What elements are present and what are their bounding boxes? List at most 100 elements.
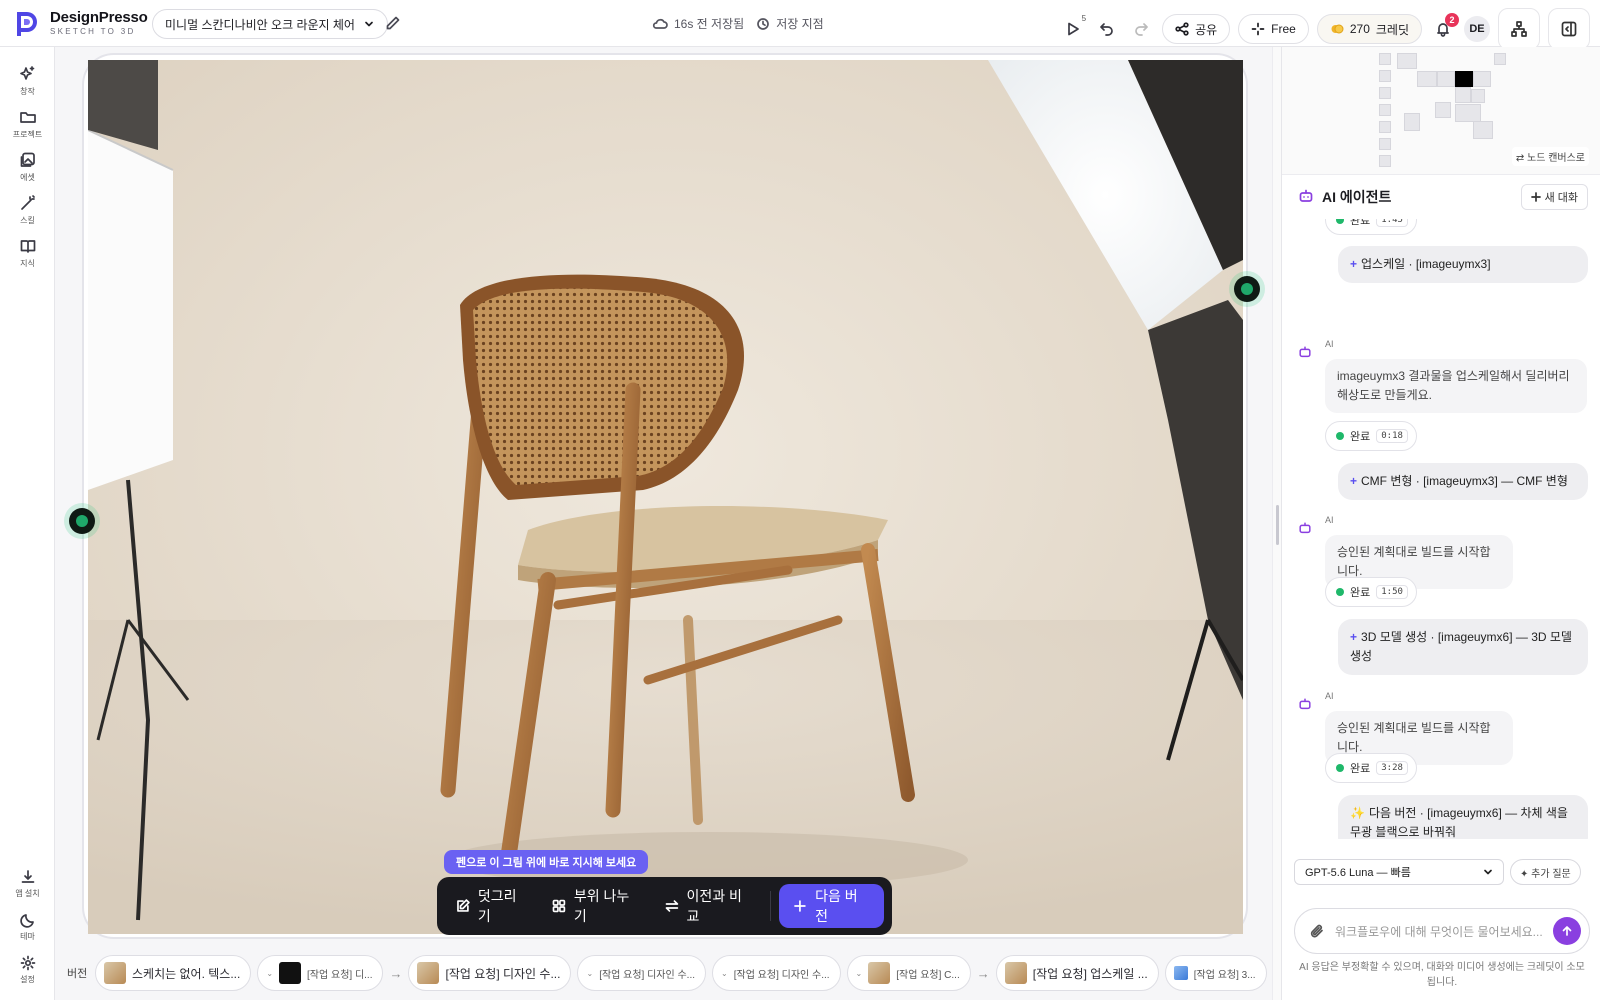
status-time: 3:28 bbox=[1376, 761, 1408, 775]
savepoint-link[interactable]: 저장 지점 bbox=[776, 15, 824, 32]
undo-icon bbox=[1100, 23, 1113, 36]
history-icon bbox=[757, 17, 770, 30]
status-chip: 완료 1:50 bbox=[1325, 577, 1417, 607]
sidebar-label: 창작 bbox=[20, 87, 35, 96]
save-status-text: 16s 전 저장됨 bbox=[674, 17, 745, 31]
sidebar-item-skills[interactable]: 스킬 bbox=[0, 194, 55, 226]
chevron-down-icon: ⌄ bbox=[721, 968, 728, 978]
ai-label: AI bbox=[1325, 339, 1334, 349]
node-canvas-link[interactable]: ⇄ 노드 캔버스로 bbox=[1511, 147, 1589, 166]
next-version-label: 다음 버전 bbox=[815, 888, 858, 924]
version-thumbnail bbox=[417, 962, 440, 984]
add-question-button[interactable]: ✦ 추가 질문 bbox=[1510, 859, 1581, 885]
version-item[interactable]: 스케치는 없어. 텍스... bbox=[95, 955, 252, 991]
node-canvas-label: 노드 캔버스로 bbox=[1527, 153, 1585, 164]
chat-thread[interactable]: 완료 1:45 + 업스케일 · [imageuymx3] AI imageuymx… bbox=[1282, 219, 1600, 839]
sidebar-item-assets[interactable]: 에셋 bbox=[0, 151, 55, 183]
arrow-right-icon: → bbox=[389, 965, 403, 981]
sidebar-item-knowledge[interactable]: 지식 bbox=[0, 237, 55, 269]
version-item[interactable]: ⌄ [작업 요청] 디... bbox=[257, 955, 384, 991]
panel-resize-handle[interactable] bbox=[1272, 47, 1281, 1000]
plus-icon bbox=[794, 900, 806, 912]
sidebar-label: 테마 bbox=[20, 932, 35, 941]
credits-value: 270 bbox=[1349, 22, 1370, 36]
notification-badge: 2 bbox=[1445, 13, 1459, 27]
new-chat-button[interactable]: 새 대화 bbox=[1520, 184, 1588, 210]
minimap[interactable]: ⇄ 노드 캔버스로 bbox=[1282, 47, 1600, 175]
sidebar-label: 지식 bbox=[20, 259, 35, 268]
cloud-icon bbox=[652, 18, 668, 29]
render-image[interactable] bbox=[88, 60, 1243, 934]
version-item[interactable]: [작업 요청] 3... bbox=[1164, 955, 1267, 991]
right-anchor-handle[interactable] bbox=[1234, 276, 1260, 302]
pen-hint: 펜으로 이 그림 위에 바로 지시해 보세요 bbox=[444, 850, 649, 874]
draw-over-label: 덧그리기 bbox=[477, 888, 517, 924]
rename-button[interactable] bbox=[385, 15, 401, 31]
credits-label: 크레딧 bbox=[1375, 22, 1409, 37]
version-thumbnail bbox=[868, 962, 891, 984]
sidebar-item-projects[interactable]: 프로젝트 bbox=[0, 108, 55, 140]
brand-logo[interactable]: DesignPresso SKETCH TO 3D bbox=[12, 8, 148, 38]
share-button[interactable]: 공유 bbox=[1162, 14, 1231, 44]
user-message-text: 업스케일 · [imageuymx3] bbox=[1361, 257, 1491, 271]
status-chip: 완료 3:28 bbox=[1325, 753, 1417, 783]
chair-render-illustration bbox=[88, 60, 1243, 934]
draw-over-button[interactable]: 덧그리기 bbox=[445, 886, 539, 926]
user-message: +3D 모델 생성 · [imageuymx6] — 3D 모델 생성 bbox=[1338, 619, 1588, 675]
cube-icon bbox=[1173, 966, 1188, 980]
node-graph-button[interactable] bbox=[1498, 8, 1540, 50]
version-title: [작업 요청] 디자인 수... bbox=[599, 969, 696, 981]
brand-name: DesignPresso bbox=[50, 8, 148, 26]
chat-input[interactable]: 워크플로우에 대해 무엇이든 물어보세요... bbox=[1294, 908, 1590, 954]
top-bar: DesignPresso SKETCH TO 3D 미니멀 스칸디나비안 오크 … bbox=[0, 0, 1600, 50]
agent-title: AI 에이전트 bbox=[1322, 189, 1392, 205]
status-dot bbox=[1336, 219, 1344, 224]
play-button[interactable]: 5 bbox=[1060, 14, 1086, 44]
redo-button[interactable] bbox=[1128, 14, 1154, 44]
credits-button[interactable]: 270 크레딧 bbox=[1316, 14, 1422, 44]
folder-icon bbox=[19, 112, 36, 123]
next-version-button[interactable]: 다음 버전 bbox=[779, 884, 885, 928]
status-dot bbox=[1336, 432, 1344, 440]
plan-button[interactable]: Free bbox=[1238, 14, 1309, 44]
sparkle-icon: ✨ bbox=[1350, 806, 1365, 820]
undo-button[interactable] bbox=[1094, 14, 1120, 44]
version-item[interactable]: [작업 요청] 디자인 수... bbox=[408, 955, 572, 991]
compare-button[interactable]: 이전과 비교 bbox=[654, 886, 765, 926]
version-item[interactable]: ⌄ [작업 요청] 디자인 수... bbox=[712, 955, 841, 991]
version-item[interactable]: ⌄ [작업 요청] 디자인 수... bbox=[577, 955, 707, 991]
project-switcher[interactable]: 미니멀 스칸디나비안 오크 라운지 체어 bbox=[152, 9, 388, 39]
model-label: GPT-5.6 Luna — 빠름 bbox=[1305, 867, 1411, 879]
status-text: 완료 bbox=[1350, 219, 1371, 227]
version-item[interactable]: [작업 요청] 업스케일 ... bbox=[995, 955, 1159, 991]
sparkle-icon bbox=[19, 66, 34, 80]
version-title: [작업 요청] 3... bbox=[1193, 969, 1256, 981]
sidebar-item-install-app[interactable]: 앱 설치 bbox=[0, 869, 55, 899]
version-item[interactable]: ⌄ [작업 요청] C... bbox=[846, 955, 971, 991]
user-message: ✨ 다음 버전 · [imageuymx6] — 차체 색을 무광 블랙으로 바꿔… bbox=[1338, 795, 1588, 839]
user-message-text: 다음 버전 · [imageuymx6] — 차체 색을 무광 블랙으로 바꿔줘 bbox=[1350, 806, 1568, 839]
user-avatar[interactable]: DE bbox=[1464, 16, 1490, 42]
notifications-button[interactable]: 2 bbox=[1430, 13, 1459, 44]
sidebar-item-settings[interactable]: 설정 bbox=[0, 955, 55, 985]
book-icon bbox=[20, 240, 35, 253]
model-select[interactable]: GPT-5.6 Luna — 빠름 bbox=[1294, 859, 1504, 885]
version-title: [작업 요청] 업스케일 ... bbox=[1032, 966, 1148, 981]
split-parts-label: 부위 나누기 bbox=[573, 888, 630, 924]
logo-mark-icon bbox=[17, 12, 37, 36]
version-label: 버전 bbox=[67, 968, 88, 980]
toggle-panel-button[interactable] bbox=[1548, 8, 1590, 50]
paperclip-icon[interactable] bbox=[1309, 923, 1325, 939]
coins-icon bbox=[1331, 24, 1344, 34]
play-count: 5 bbox=[1081, 14, 1087, 23]
sidebar-label: 스킬 bbox=[20, 216, 35, 225]
left-anchor-handle[interactable] bbox=[69, 508, 95, 534]
status-chip: 완료 1:45 bbox=[1325, 219, 1417, 235]
user-message: + CMF 변형 · [imageuymx3] — CMF 변형 bbox=[1338, 463, 1588, 500]
sidebar-item-theme[interactable]: 테마 bbox=[0, 912, 55, 942]
sidebar-item-create[interactable]: 창작 bbox=[0, 65, 55, 97]
send-button[interactable] bbox=[1553, 917, 1581, 945]
images-icon bbox=[20, 152, 35, 167]
user-message-text: 3D 모델 생성 · [imageuymx6] — 3D 모델 생성 bbox=[1350, 630, 1572, 663]
split-parts-button[interactable]: 부위 나누기 bbox=[541, 886, 652, 926]
